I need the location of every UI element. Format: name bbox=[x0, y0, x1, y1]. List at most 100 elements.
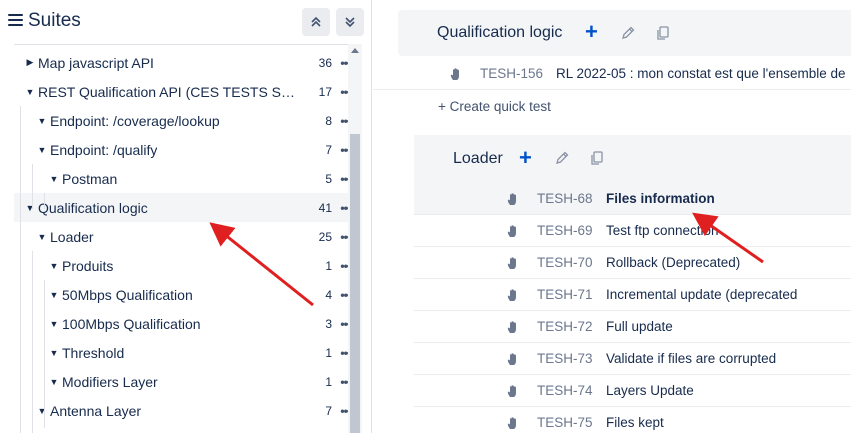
expand-all-button[interactable] bbox=[336, 8, 364, 36]
caret-down-icon[interactable]: ▼ bbox=[48, 290, 60, 300]
tree-item-count: 41 bbox=[318, 200, 332, 215]
test-row[interactable]: TESH-73 Validate if files are corrupted bbox=[414, 343, 851, 375]
tree-item-label: Modifiers Layer bbox=[62, 373, 158, 390]
tree-item[interactable]: ▼ Modifiers Layer 1 ••• bbox=[14, 367, 351, 396]
tree-item-label: Postman bbox=[62, 170, 118, 187]
tree-guide-line bbox=[44, 193, 45, 209]
tree-item-label: Produits bbox=[62, 257, 114, 274]
test-name[interactable]: Rollback (Deprecated) bbox=[606, 255, 740, 270]
caret-right-icon[interactable]: ▶ bbox=[24, 57, 36, 68]
scroll-up-icon[interactable] bbox=[351, 48, 359, 53]
caret-down-icon[interactable]: ▼ bbox=[36, 406, 48, 416]
tree-item-count: 8 bbox=[325, 113, 332, 128]
hand-icon bbox=[506, 352, 520, 366]
test-row[interactable]: TESH-68 Files information bbox=[414, 183, 851, 215]
tree-item[interactable]: ▼ REST Qualification API (CES TESTS SON..… bbox=[14, 77, 351, 106]
scroll-thumb[interactable] bbox=[350, 134, 360, 433]
test-row[interactable]: TESH-71 Incremental update (deprecated bbox=[414, 279, 851, 311]
tree-item[interactable]: ▼ 50Mbps Qualification 4 ••• bbox=[14, 280, 351, 309]
section-title: Loader bbox=[453, 150, 503, 167]
pencil-icon[interactable] bbox=[620, 25, 636, 41]
copy-icon[interactable] bbox=[655, 25, 671, 41]
hand-icon bbox=[506, 320, 520, 334]
test-key[interactable]: TESH-75 bbox=[537, 415, 593, 430]
tree-item-count: 5 bbox=[325, 171, 332, 186]
caret-down-icon[interactable]: ▼ bbox=[48, 319, 60, 329]
test-name[interactable]: Files kept bbox=[606, 415, 664, 430]
caret-down-icon[interactable]: ▼ bbox=[36, 145, 48, 155]
suites-panel: Suites ▶ Map javascript API 36 ••• ▼ REST Qua… bbox=[0, 0, 372, 433]
tree-guide-line bbox=[32, 251, 33, 433]
tree-item-count: 25 bbox=[318, 229, 332, 244]
copy-icon[interactable] bbox=[589, 150, 605, 166]
hand-icon bbox=[506, 288, 520, 302]
tree-item-count: 3 bbox=[325, 316, 332, 331]
test-key[interactable]: TESH-68 bbox=[537, 191, 593, 206]
tree-item-count: 1 bbox=[325, 345, 332, 360]
caret-down-icon[interactable]: ▼ bbox=[48, 174, 60, 184]
tree-item[interactable]: ▼ Produits 1 ••• bbox=[14, 251, 351, 280]
test-name[interactable]: Test ftp connection bbox=[606, 223, 719, 238]
caret-down-icon[interactable]: ▼ bbox=[24, 203, 36, 213]
caret-down-icon[interactable]: ▼ bbox=[48, 261, 60, 271]
test-key[interactable]: TESH-71 bbox=[537, 287, 593, 302]
add-test-plus-icon[interactable]: + bbox=[519, 147, 532, 169]
tree-item[interactable]: ▶ Map javascript API 36 ••• bbox=[14, 48, 351, 77]
create-quick-test-link[interactable]: + Create quick test bbox=[438, 99, 551, 114]
test-key[interactable]: TESH-156 bbox=[480, 66, 543, 81]
test-key[interactable]: TESH-70 bbox=[537, 255, 593, 270]
test-key[interactable]: TESH-73 bbox=[537, 351, 593, 366]
pencil-icon[interactable] bbox=[554, 150, 570, 166]
tree-item-label: Map javascript API bbox=[38, 54, 154, 71]
tree-item[interactable]: ▼ 100Mbps Qualification 3 ••• bbox=[14, 309, 351, 338]
app-root: Suites ▶ Map javascript API 36 ••• ▼ REST Qua… bbox=[0, 0, 851, 433]
tree-item-count: 7 bbox=[325, 142, 332, 157]
test-name[interactable]: Incremental update (deprecated bbox=[606, 287, 797, 302]
tree-item-label: Endpoint: /qualify bbox=[50, 141, 158, 158]
caret-down-icon[interactable]: ▼ bbox=[36, 116, 48, 126]
tree-item[interactable]: ▼ Endpoint: /coverage/lookup 8 ••• bbox=[14, 106, 351, 135]
caret-down-icon[interactable]: ▼ bbox=[48, 377, 60, 387]
test-row[interactable]: TESH-69 Test ftp connection bbox=[414, 215, 851, 247]
test-name[interactable]: Full update bbox=[606, 319, 673, 334]
tree-item-label: Qualification logic bbox=[38, 199, 148, 216]
test-key[interactable]: TESH-72 bbox=[537, 319, 593, 334]
tree-guide-line bbox=[44, 280, 45, 428]
test-name[interactable]: Validate if files are corrupted bbox=[606, 351, 776, 366]
test-row[interactable]: TESH-70 Rollback (Deprecated) bbox=[414, 247, 851, 279]
test-name[interactable]: Layers Update bbox=[606, 383, 694, 398]
test-row[interactable]: TESH-156 RL 2022-05 : mon constat est que… bbox=[373, 58, 851, 90]
tree-item-count: 4 bbox=[325, 287, 332, 302]
tree-item[interactable]: ▼ Antenna Layer 7 ••• bbox=[14, 396, 351, 425]
caret-down-icon[interactable]: ▼ bbox=[36, 232, 48, 242]
test-row[interactable]: TESH-74 Layers Update bbox=[414, 375, 851, 407]
test-row[interactable]: TESH-72 Full update bbox=[414, 311, 851, 343]
hamburger-icon[interactable] bbox=[8, 14, 23, 28]
tree-item[interactable]: ▼ Postman 5 ••• bbox=[14, 164, 351, 193]
collapse-all-button[interactable] bbox=[302, 8, 330, 36]
tree-item-count: 1 bbox=[325, 258, 332, 273]
section-title: Qualification logic bbox=[437, 24, 563, 41]
suites-tree: ▶ Map javascript API 36 ••• ▼ REST Qualificat… bbox=[14, 44, 362, 433]
test-key[interactable]: TESH-69 bbox=[537, 223, 593, 238]
collapse-all-icon bbox=[311, 16, 321, 27]
hand-icon bbox=[449, 67, 463, 81]
test-row[interactable]: TESH-75 Files kept bbox=[414, 407, 851, 433]
tree-item-label: Antenna Layer bbox=[50, 402, 142, 419]
expand-all-icon bbox=[345, 17, 355, 28]
test-name[interactable]: Files information bbox=[606, 191, 715, 206]
tree-item[interactable]: ▼ Loader 25 ••• bbox=[14, 222, 351, 251]
hand-icon bbox=[506, 224, 520, 238]
tree-item-count: 17 bbox=[318, 84, 332, 99]
tree-item[interactable]: ▼ Qualification logic 41 ••• bbox=[14, 193, 351, 222]
tree-item[interactable]: ▼ Endpoint: /qualify 7 ••• bbox=[14, 135, 351, 164]
tree-item[interactable]: ▼ Threshold 1 ••• bbox=[14, 338, 351, 367]
scrollbar[interactable] bbox=[348, 44, 362, 433]
tree-item-label: 100Mbps Qualification bbox=[62, 315, 201, 332]
suites-title: Suites bbox=[28, 10, 81, 31]
test-name[interactable]: RL 2022-05 : mon constat est que l'ensem… bbox=[556, 66, 846, 81]
add-test-plus-icon[interactable]: + bbox=[585, 21, 598, 43]
caret-down-icon[interactable]: ▼ bbox=[48, 348, 60, 358]
test-key[interactable]: TESH-74 bbox=[537, 383, 593, 398]
caret-down-icon[interactable]: ▼ bbox=[24, 87, 36, 97]
